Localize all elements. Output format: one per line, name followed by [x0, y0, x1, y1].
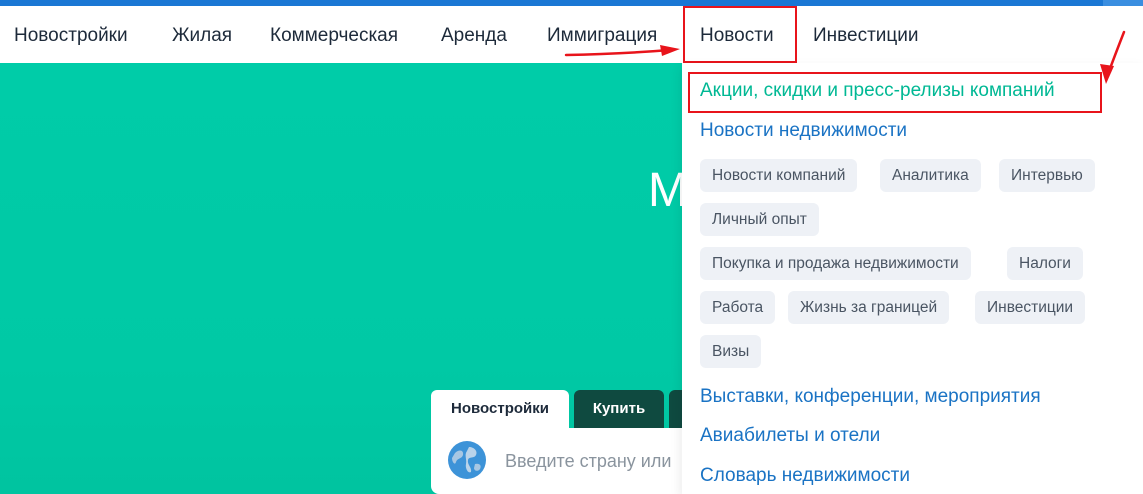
- glossary-link[interactable]: Словарь недвижимости: [700, 465, 910, 487]
- nav-item-investments[interactable]: Инвестиции: [813, 6, 919, 63]
- exhibitions-link[interactable]: Выставки, конференции, мероприятия: [700, 386, 1041, 408]
- main-nav: Новостройки Жилая Коммерческая Аренда Им…: [0, 6, 1143, 63]
- nav-item-news[interactable]: Новости: [683, 6, 797, 63]
- chip-taxes[interactable]: Налоги: [1007, 247, 1083, 280]
- chip-company-news[interactable]: Новости компаний: [700, 159, 858, 192]
- chip-personal-experience[interactable]: Личный опыт: [700, 203, 819, 236]
- chip-investments[interactable]: Инвестиции: [975, 291, 1086, 324]
- nav-item-residential[interactable]: Жилая: [172, 6, 232, 63]
- chip-visas[interactable]: Визы: [700, 335, 762, 368]
- chip-buy-sell[interactable]: Покупка и продажа недвижимости: [700, 247, 971, 280]
- real-estate-news-link[interactable]: Новости недвижимости: [700, 120, 907, 142]
- nav-item-commercial[interactable]: Коммерческая: [270, 6, 398, 63]
- nav-item-novostroyki[interactable]: Новостройки: [14, 6, 128, 63]
- chip-interview[interactable]: Интервью: [999, 159, 1095, 192]
- nav-item-rent[interactable]: Аренда: [441, 6, 507, 63]
- chip-analytics[interactable]: Аналитика: [880, 159, 981, 192]
- tab-buy[interactable]: Купить: [574, 390, 664, 428]
- chip-work[interactable]: Работа: [700, 291, 776, 324]
- nav-item-immigration[interactable]: Иммиграция: [547, 6, 657, 63]
- news-dropdown-menu: Акции, скидки и пресс-релизы компаний Но…: [682, 63, 1143, 494]
- chip-life-abroad[interactable]: Жизнь за границей: [788, 291, 950, 324]
- flights-hotels-link[interactable]: Авиабилеты и отели: [700, 425, 880, 447]
- globe-icon: [448, 441, 486, 479]
- promo-link[interactable]: Акции, скидки и пресс-релизы компаний: [700, 80, 1055, 102]
- tab-novostroyki[interactable]: Новостройки: [431, 390, 569, 428]
